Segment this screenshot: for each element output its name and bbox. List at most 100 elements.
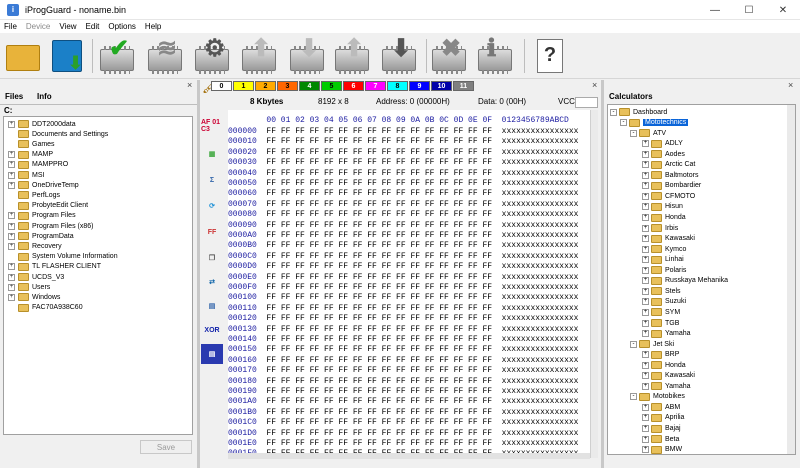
calc-tree-item[interactable]: + Aodes [642, 149, 685, 159]
color-swatch-11[interactable]: 11 [453, 81, 474, 91]
expand-icon[interactable]: + [642, 214, 649, 221]
file-tree-item[interactable]: + Recovery [4, 241, 62, 251]
expand-icon[interactable]: + [8, 273, 15, 281]
file-tree-item[interactable]: + OneDriveTemp [4, 180, 79, 190]
expand-icon[interactable]: + [8, 151, 15, 159]
expand-icon[interactable]: + [642, 150, 649, 158]
read-all-button[interactable]: ⬇ [378, 35, 420, 77]
expand-icon[interactable]: + [8, 171, 15, 179]
calc-tree-item[interactable]: + Russkaya Mehanika [642, 276, 728, 286]
hex-bytes[interactable]: FF FF FF FF FF FF FF FF FF FF FF FF FF F… [266, 356, 492, 365]
calc-tree-item[interactable]: + Arctic Cat [642, 160, 695, 170]
file-tree-item[interactable]: + Windows [4, 292, 60, 302]
hex-bytes[interactable]: FF FF FF FF FF FF FF FF FF FF FF FF FF F… [266, 200, 492, 209]
hex-ascii[interactable]: xxxxxxxxxxxxxxxx [502, 429, 579, 438]
expand-icon[interactable]: + [642, 224, 649, 232]
file-tree-item[interactable]: + ProgramData [4, 231, 74, 241]
hex-ascii[interactable]: xxxxxxxxxxxxxxxx [502, 418, 579, 427]
grid-view-icon[interactable]: ▤ [201, 344, 223, 364]
calc-tree-item[interactable]: + BMW [642, 445, 682, 454]
expand-icon[interactable]: + [642, 287, 649, 295]
compare-icon[interactable]: ⇄ [201, 272, 223, 292]
expand-icon[interactable]: + [8, 222, 15, 230]
hex-ascii[interactable]: xxxxxxxxxxxxxxxx [502, 179, 579, 188]
color-swatch-4[interactable]: 4 [299, 81, 320, 91]
fill-ff-icon[interactable]: FF [201, 222, 223, 242]
expand-icon[interactable]: + [642, 351, 649, 359]
hex-ascii[interactable]: xxxxxxxxxxxxxxxx [502, 314, 579, 323]
file-tree-item[interactable]: PerfLogs [4, 190, 60, 200]
file-tree-item[interactable]: + MSI [4, 170, 44, 180]
hex-ascii[interactable]: xxxxxxxxxxxxxxxx [502, 356, 579, 365]
file-tree-item[interactable]: + Users [4, 282, 50, 292]
hex-bytes[interactable]: FF FF FF FF FF FF FF FF FF FF FF FF FF F… [266, 189, 492, 198]
hex-ascii[interactable]: xxxxxxxxxxxxxxxx [502, 169, 579, 178]
color-swatch-10[interactable]: 10 [431, 81, 452, 91]
calc-tree-item[interactable]: + Baltmotors [642, 170, 698, 180]
calc-scrollbar[interactable] [787, 105, 795, 454]
hex-ascii[interactable]: xxxxxxxxxxxxxxxx [502, 241, 579, 250]
expand-icon[interactable]: + [642, 319, 649, 327]
expand-icon[interactable]: + [8, 212, 15, 220]
hex-bytes[interactable]: FF FF FF FF FF FF FF FF FF FF FF FF FF F… [266, 377, 492, 386]
expand-icon[interactable]: + [642, 140, 649, 148]
file-tree-item[interactable]: + MAMPPRO [4, 160, 68, 170]
calc-tree-item[interactable]: + Aprilia [642, 413, 684, 423]
hex-bytes[interactable]: FF FF FF FF FF FF FF FF FF FF FF FF FF F… [266, 314, 492, 323]
hex-ascii[interactable]: xxxxxxxxxxxxxxxx [502, 439, 579, 448]
expand-icon[interactable]: - [630, 393, 637, 401]
swap-icon[interactable]: ⟳ [201, 196, 223, 216]
expand-icon[interactable]: + [642, 171, 649, 179]
expand-icon[interactable]: + [642, 446, 649, 454]
calc-tree-item[interactable]: + BRP [642, 350, 679, 360]
hex-ascii[interactable]: xxxxxxxxxxxxxxxx [502, 262, 579, 271]
expand-icon[interactable]: + [8, 283, 15, 291]
calculators-tree[interactable]: - Dashboard - Mototechnics - ATV + ADLY + Aodes + A… [607, 104, 796, 455]
color-swatch-0[interactable]: 0 [211, 81, 232, 91]
hex-bytes[interactable]: FF FF FF FF FF FF FF FF FF FF FF FF FF F… [266, 366, 492, 375]
hex-ascii[interactable]: xxxxxxxxxxxxxxxx [502, 231, 579, 240]
hex-ascii[interactable]: xxxxxxxxxxxxxxxx [502, 335, 579, 344]
right-splitter[interactable] [601, 80, 604, 468]
hex-close-icon[interactable]: × [592, 80, 597, 90]
expand-icon[interactable]: + [8, 181, 15, 189]
read-chip-button[interactable]: ⬇ [286, 35, 328, 77]
xor-icon[interactable]: XOR [201, 320, 223, 340]
calc-tree-item[interactable]: + ADLY [642, 139, 683, 149]
color-swatch-6[interactable]: 6 [343, 81, 364, 91]
hex-bytes[interactable]: FF FF FF FF FF FF FF FF FF FF FF FF FF F… [266, 418, 492, 427]
expand-icon[interactable]: + [642, 161, 649, 169]
color-swatch-1[interactable]: 1 [233, 81, 254, 91]
document-icon[interactable]: ▤ [201, 296, 223, 316]
expand-icon[interactable]: + [8, 120, 15, 128]
color-swatch-5[interactable]: 5 [321, 81, 342, 91]
hex-bytes[interactable]: FF FF FF FF FF FF FF FF FF FF FF FF FF F… [266, 283, 492, 292]
expand-icon[interactable]: + [642, 182, 649, 190]
expand-icon[interactable]: + [642, 308, 649, 316]
hex-ascii[interactable]: xxxxxxxxxxxxxxxx [502, 221, 579, 230]
file-tree-item[interactable]: System Volume Information [4, 252, 118, 262]
hex-bytes[interactable]: FF FF FF FF FF FF FF FF FF FF FF FF FF F… [266, 439, 492, 448]
file-tree[interactable]: + DDT2000data Documents and Settings Games +… [3, 116, 193, 435]
file-tree-item[interactable]: ProbyteEdit Client [4, 201, 88, 211]
hex-bytes[interactable]: FF FF FF FF FF FF FF FF FF FF FF FF FF F… [266, 148, 492, 157]
calc-tree-item[interactable]: + CFMOTO [642, 191, 695, 201]
expand-icon[interactable]: + [642, 235, 649, 243]
expand-icon[interactable]: + [642, 435, 649, 443]
chip-settings-button[interactable]: ⚙ [191, 35, 233, 77]
calc-tree-item[interactable]: + ABM [642, 402, 680, 412]
calc-tree-item[interactable]: - Dashboard [610, 107, 667, 117]
expand-icon[interactable]: + [642, 372, 649, 380]
calc-tree-item[interactable]: + Linhai [642, 255, 684, 265]
expand-icon[interactable]: + [642, 403, 649, 411]
minimize-button[interactable]: — [698, 0, 732, 20]
menu-file[interactable]: File [4, 22, 17, 31]
color-map-icon[interactable]: ▦ [201, 144, 223, 164]
file-tree-item[interactable]: Games [4, 139, 55, 149]
expand-icon[interactable]: + [642, 192, 649, 200]
left-splitter[interactable] [197, 80, 200, 468]
hex-bytes[interactable]: FF FF FF FF FF FF FF FF FF FF FF FF FF F… [266, 293, 492, 302]
calc-tree-item[interactable]: + Honda [642, 213, 686, 223]
hex-ascii[interactable]: xxxxxxxxxxxxxxxx [502, 366, 579, 375]
color-swatch-9[interactable]: 9 [409, 81, 430, 91]
